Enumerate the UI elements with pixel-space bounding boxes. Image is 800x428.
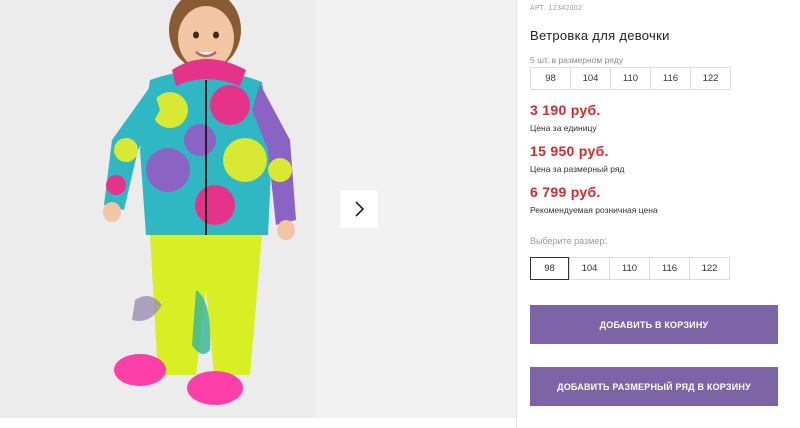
chevron-right-icon [355,201,365,217]
panel-divider [516,0,517,428]
sku-value: 12342002 [548,5,583,12]
size-row-cell: 122 [690,67,731,90]
product-sku: АРТ. 12342002 [530,5,582,12]
size-option[interactable]: 122 [689,257,730,280]
size-row-cell: 110 [610,67,651,90]
add-size-row-to-cart-button[interactable]: ДОБАВИТЬ РАЗМЕРНЫЙ РЯД В КОРЗИНУ [530,367,778,406]
size-option-selected[interactable]: 98 [530,257,569,280]
size-row-table: 98 104 110 116 122 [530,67,731,90]
size-option[interactable]: 116 [649,257,690,280]
retail-price: 6 799 руб. [530,184,601,200]
size-row-cell: 98 [530,67,571,90]
sku-label: АРТ. [530,5,546,12]
row-price-note: Цена за размерный ряд [530,164,625,174]
product-photo-illustration [0,0,316,418]
size-row-cell: 116 [650,67,691,90]
add-to-cart-button[interactable]: ДОБАВИТЬ В КОРЗИНУ [530,305,778,344]
size-option[interactable]: 104 [569,257,610,280]
size-selector: 98 104 110 116 122 [530,257,730,280]
product-photo[interactable] [0,0,316,418]
size-row-label: 5 шт. в размерном ряду [530,55,624,65]
size-option[interactable]: 110 [609,257,650,280]
product-title: Ветровка для девочки [530,28,670,43]
gallery-next-button[interactable] [340,190,378,228]
retail-price-note: Рекомендуемая розничная цена [530,205,658,215]
choose-size-label: Выберите размер: [530,236,607,246]
product-gallery [0,0,516,428]
row-price: 15 950 руб. [530,143,609,159]
unit-price: 3 190 руб. [530,102,601,118]
size-row-cell: 104 [570,67,611,90]
unit-price-note: Цена за единицу [530,123,597,133]
